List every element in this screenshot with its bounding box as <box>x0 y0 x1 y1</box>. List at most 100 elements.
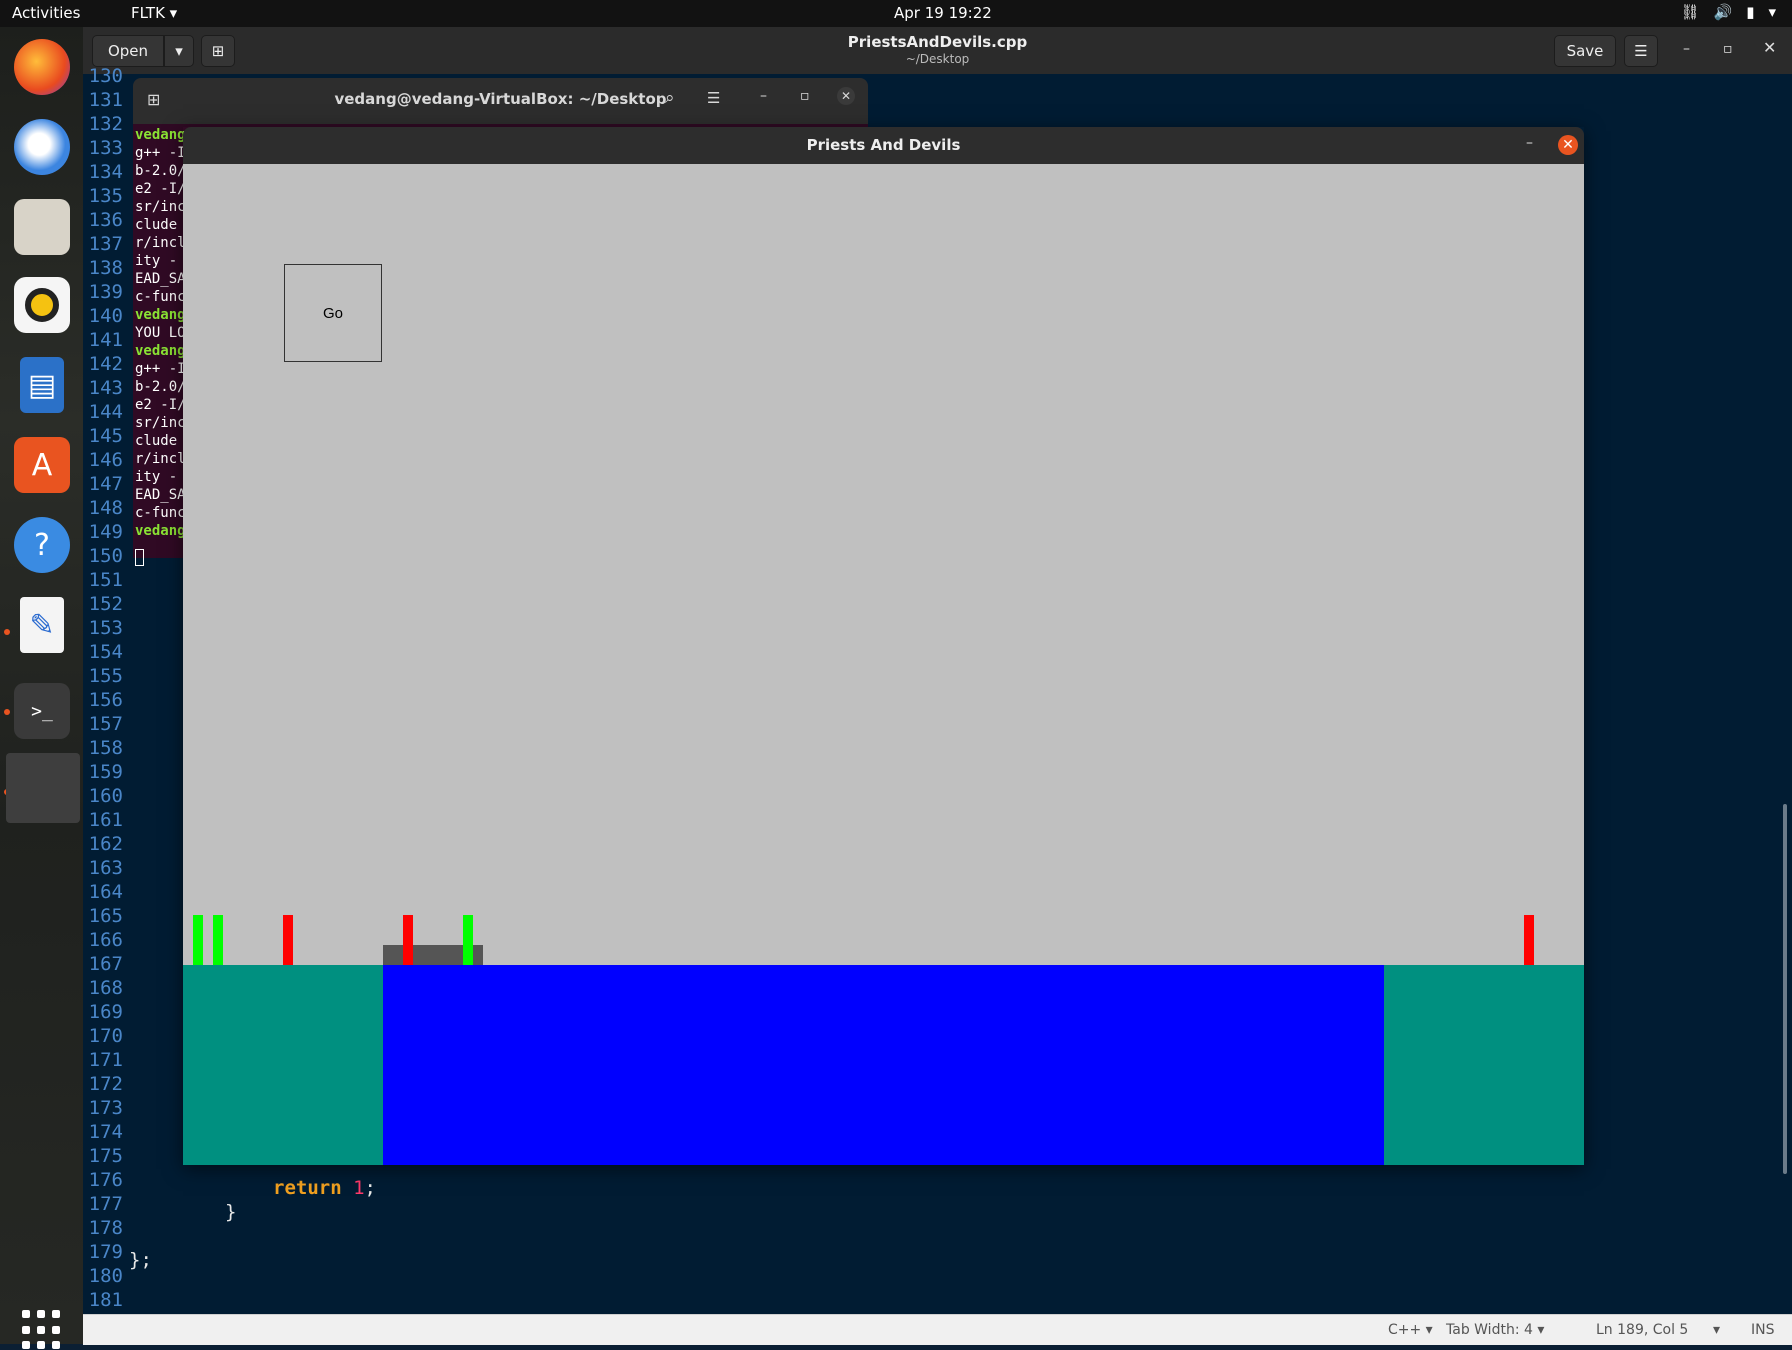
libreoffice-writer-icon[interactable]: ▤ <box>20 357 64 413</box>
line-number: 159 <box>88 761 123 783</box>
scrollbar-thumb[interactable] <box>1783 804 1787 1174</box>
terminal-line: r/incl <box>135 451 186 467</box>
line-number: 139 <box>88 281 123 303</box>
terminal-icon[interactable]: >_ <box>14 683 70 739</box>
language-selector[interactable]: C++ ▾ <box>1388 1322 1433 1338</box>
line-number: 180 <box>88 1265 123 1287</box>
line-number: 163 <box>88 857 123 879</box>
minimize-icon[interactable]: – <box>1683 41 1690 57</box>
left-bank-priest <box>193 915 203 965</box>
running-indicator <box>4 709 10 715</box>
close-icon[interactable]: ✕ <box>1558 135 1578 155</box>
terminal-line: c-func <box>135 505 186 521</box>
terminal-line: g++ -I <box>135 361 186 377</box>
minimize-icon[interactable]: – <box>1526 135 1533 151</box>
right-bank <box>1384 965 1584 1165</box>
running-indicator <box>4 629 10 635</box>
line-number: 174 <box>88 1121 123 1143</box>
code-line-class-end[interactable]: }; <box>129 1248 152 1272</box>
line-number: 143 <box>88 377 123 399</box>
volume-icon: 🔊 <box>1713 3 1733 21</box>
line-number: 146 <box>88 449 123 471</box>
maximize-icon[interactable]: ▫ <box>800 88 810 104</box>
line-number: 150 <box>88 545 123 567</box>
line-number: 177 <box>88 1193 123 1215</box>
terminal-line: EAD_SA <box>135 271 186 287</box>
chevron-down-icon[interactable]: ▾ <box>1713 1322 1720 1338</box>
files-icon[interactable] <box>14 199 70 255</box>
help-icon[interactable]: ? <box>14 517 70 573</box>
terminal-line: sr/inc <box>135 199 186 215</box>
line-number: 172 <box>88 1073 123 1095</box>
firefox-icon[interactable] <box>14 39 70 95</box>
thunderbird-icon[interactable] <box>14 119 70 175</box>
line-number: 132 <box>88 113 123 135</box>
line-number: 158 <box>88 737 123 759</box>
terminal-line: b-2.0/ <box>135 163 186 179</box>
close-icon[interactable]: ✕ <box>1763 38 1776 57</box>
line-number: 157 <box>88 713 123 735</box>
terminal-cursor <box>135 549 144 566</box>
terminal-line: r/incl <box>135 235 186 251</box>
terminal-line: e2 -I/ <box>135 181 186 197</box>
cursor-position[interactable]: Ln 189, Col 5 <box>1596 1322 1688 1338</box>
line-number: 166 <box>88 929 123 951</box>
battery-icon: ▮ <box>1746 3 1755 21</box>
line-number: 165 <box>88 905 123 927</box>
line-number: 140 <box>88 305 123 327</box>
editor-headerbar: Open ▾ ⊞ PriestsAndDevils.cpp ~/Desktop … <box>83 27 1792 75</box>
terminal-line: clude <box>135 217 186 233</box>
close-icon[interactable]: ✕ <box>837 87 855 105</box>
document-path: ~/Desktop <box>905 52 970 66</box>
line-number: 141 <box>88 329 123 351</box>
semicolon: ; <box>364 1177 376 1199</box>
line-number: 133 <box>88 137 123 159</box>
terminal-line: ity - <box>135 253 178 269</box>
line-number: 135 <box>88 185 123 207</box>
system-tray[interactable]: ⛓ 🔊 ▮ ▾ <box>1680 3 1776 21</box>
line-number: 155 <box>88 665 123 687</box>
game-window[interactable]: Priests And Devils – ✕ Go <box>183 127 1584 1165</box>
line-number: 149 <box>88 521 123 543</box>
line-number: 154 <box>88 641 123 663</box>
left-bank-devil <box>283 915 293 965</box>
line-number: 142 <box>88 353 123 375</box>
line-number: 171 <box>88 1049 123 1071</box>
line-number: 162 <box>88 833 123 855</box>
terminal-line: ity - <box>135 469 178 485</box>
go-button[interactable]: Go <box>284 264 382 362</box>
minimize-icon[interactable]: – <box>760 88 767 104</box>
terminal-line: b-2.0/ <box>135 379 186 395</box>
code-line-close-brace[interactable]: } <box>225 1200 236 1224</box>
terminal-line: vedang <box>135 343 186 359</box>
editor-scrollbar[interactable] <box>1779 74 1792 1314</box>
game-title: Priests And Devils <box>806 136 961 154</box>
code-line-return[interactable]: return 1; <box>273 1176 376 1200</box>
terminal-line: vedang <box>135 523 186 539</box>
clock[interactable]: Apr 19 19:22 <box>894 4 992 22</box>
line-number: 145 <box>88 425 123 447</box>
top-bar: Activities FLTK ▾ Apr 19 19:22 ⛓ 🔊 ▮ ▾ <box>0 0 1792 27</box>
left-bank <box>183 965 383 1165</box>
boat-priest <box>463 915 473 965</box>
document-title: PriestsAndDevils.cpp <box>847 33 1028 51</box>
app-menu[interactable]: FLTK ▾ <box>131 4 177 22</box>
dock: ▤ A ? ✎ >_ <box>0 27 83 1350</box>
terminal-headerbar: ⊞ vedang@vedang-VirtualBox: ~/Desktop ⌕ … <box>133 78 868 124</box>
save-button[interactable]: Save <box>1554 35 1616 67</box>
line-number: 161 <box>88 809 123 831</box>
window-thumbnail-icon[interactable] <box>6 753 80 823</box>
hamburger-menu-icon[interactable]: ☰ <box>1624 35 1658 67</box>
maximize-icon[interactable]: ▫ <box>1723 41 1733 57</box>
hamburger-menu-icon[interactable]: ☰ <box>707 89 720 107</box>
activities-button[interactable]: Activities <box>12 4 80 22</box>
tab-width-selector[interactable]: Tab Width: 4 ▾ <box>1446 1322 1544 1338</box>
rhythmbox-icon[interactable] <box>14 277 70 333</box>
search-icon[interactable]: ⌕ <box>665 88 675 108</box>
text-editor-icon[interactable]: ✎ <box>20 597 64 653</box>
line-number: 173 <box>88 1097 123 1119</box>
show-applications-icon[interactable] <box>22 1310 62 1350</box>
software-center-icon[interactable]: A <box>14 437 70 493</box>
line-number: 175 <box>88 1145 123 1167</box>
line-number: 164 <box>88 881 123 903</box>
